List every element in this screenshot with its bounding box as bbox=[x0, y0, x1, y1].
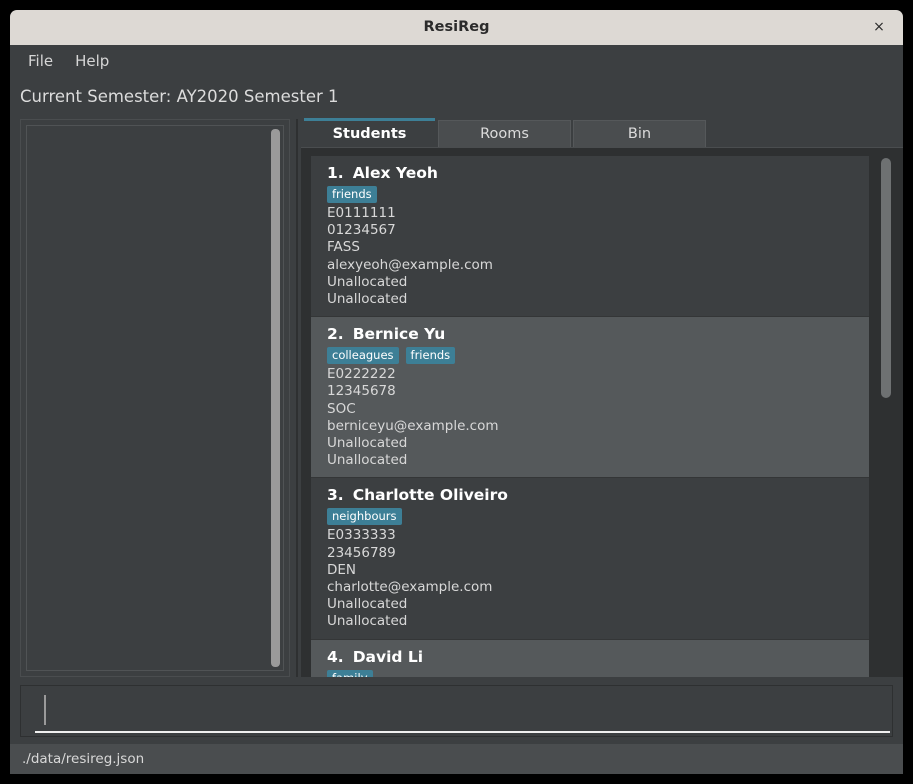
menu-bar: File Help bbox=[10, 45, 903, 77]
student-card[interactable]: 1. Alex Yeoh friends E0111111 01234567 FASS al… bbox=[311, 156, 869, 318]
student-email: alexyeoh@example.com bbox=[327, 256, 493, 273]
close-icon[interactable]: × bbox=[865, 10, 893, 45]
student-tag: friends bbox=[405, 347, 456, 365]
command-input[interactable] bbox=[45, 694, 882, 726]
student-index: 4. bbox=[327, 647, 344, 666]
student-card-title: 2. Bernice Yu bbox=[327, 325, 869, 343]
student-list-scrollbar-thumb[interactable] bbox=[881, 158, 891, 399]
student-name: David Li bbox=[352, 647, 424, 666]
command-underline bbox=[35, 731, 890, 733]
student-room: Unallocated bbox=[327, 273, 408, 290]
student-allocation: Unallocated bbox=[327, 291, 408, 308]
student-id: E0222222 bbox=[327, 366, 396, 383]
student-faculty: FASS bbox=[327, 239, 360, 256]
semester-bar: Current Semester: AY2020 Semester 1 bbox=[10, 77, 903, 115]
status-file-path: ./data/resireg.json bbox=[22, 751, 145, 767]
student-card-title: 3. Charlotte Oliveiro bbox=[327, 486, 869, 504]
student-tag: family bbox=[327, 669, 373, 677]
student-index: 2. bbox=[327, 325, 344, 344]
student-tag-row: friends bbox=[327, 186, 869, 203]
student-phone: 12345678 bbox=[327, 383, 396, 400]
student-name: Alex Yeoh bbox=[352, 164, 438, 182]
status-bar: ./data/resireg.json bbox=[10, 744, 903, 774]
student-index: 1. bbox=[327, 164, 344, 182]
student-tag: colleagues bbox=[327, 347, 399, 365]
result-display-list bbox=[26, 125, 284, 671]
tab-rooms[interactable]: Rooms bbox=[438, 120, 571, 147]
tab-strip: Students Rooms Bin bbox=[301, 118, 903, 147]
student-allocation: Unallocated bbox=[327, 452, 408, 469]
student-id: E0111111 bbox=[327, 205, 396, 221]
student-id: E0333333 bbox=[327, 527, 396, 544]
main-content: Students Rooms Bin 1. Alex Yeoh friends E01… bbox=[10, 115, 903, 677]
tab-bin-label: Bin bbox=[627, 126, 652, 142]
student-card[interactable]: 2. Bernice Yu colleagues friends E0222222 123… bbox=[311, 317, 869, 479]
student-tag-row: neighbours bbox=[327, 508, 869, 526]
student-card-title: 1. Alex Yeoh bbox=[327, 164, 869, 182]
student-allocation: Unallocated bbox=[327, 613, 408, 630]
student-faculty: SOC bbox=[327, 400, 356, 417]
tab-rooms-label: Rooms bbox=[480, 126, 529, 142]
student-phone: 23456789 bbox=[327, 544, 396, 561]
tab-students[interactable]: Students bbox=[303, 118, 436, 147]
student-email: berniceyu@example.com bbox=[327, 417, 499, 434]
student-list-scrollbar[interactable] bbox=[881, 158, 891, 669]
student-card[interactable]: 3. Charlotte Oliveiro neighbours E0333333 23… bbox=[311, 478, 869, 640]
tab-students-label: Students bbox=[332, 126, 407, 142]
student-room: Unallocated bbox=[327, 596, 408, 613]
result-display-scrollbar[interactable] bbox=[271, 129, 280, 667]
student-tag: friends bbox=[327, 186, 377, 203]
student-room: Unallocated bbox=[327, 435, 408, 452]
student-name: Charlotte Oliveiro bbox=[352, 486, 508, 505]
current-semester-label: Current Semester: AY2020 Semester 1 bbox=[20, 86, 339, 106]
app-window: ResiReg × File Help Current Semester: AY… bbox=[10, 10, 903, 774]
pane-divider[interactable] bbox=[296, 119, 298, 677]
student-index: 3. bbox=[327, 486, 344, 505]
student-tag-row: family bbox=[327, 669, 869, 677]
tabbed-pane: Students Rooms Bin 1. Alex Yeoh friends E01… bbox=[301, 118, 903, 677]
tab-bin[interactable]: Bin bbox=[573, 120, 706, 147]
student-tag-row: colleagues friends bbox=[327, 347, 869, 365]
result-display-pane bbox=[20, 119, 290, 677]
menu-item-help[interactable]: Help bbox=[75, 52, 109, 70]
title-bar: ResiReg × bbox=[10, 10, 903, 45]
students-tab-panel: 1. Alex Yeoh friends E0111111 01234567 FASS al… bbox=[301, 147, 903, 677]
student-card[interactable]: 4.David LifamilyE044444434567890FOSdavid… bbox=[311, 639, 869, 677]
student-card-title: 4. David Li bbox=[327, 648, 869, 666]
student-email: charlotte@example.com bbox=[327, 579, 493, 596]
window-title: ResiReg bbox=[423, 19, 490, 35]
student-name: Bernice Yu bbox=[352, 325, 446, 344]
student-phone: 01234567 bbox=[327, 222, 396, 239]
student-tag: neighbours bbox=[327, 508, 402, 526]
command-box[interactable] bbox=[20, 685, 893, 737]
menu-item-file[interactable]: File bbox=[28, 52, 53, 70]
result-display-scrollbar-thumb[interactable] bbox=[271, 129, 280, 667]
student-list[interactable]: 1. Alex Yeoh friends E0111111 01234567 FASS al… bbox=[311, 156, 869, 677]
student-faculty: DEN bbox=[327, 561, 357, 578]
